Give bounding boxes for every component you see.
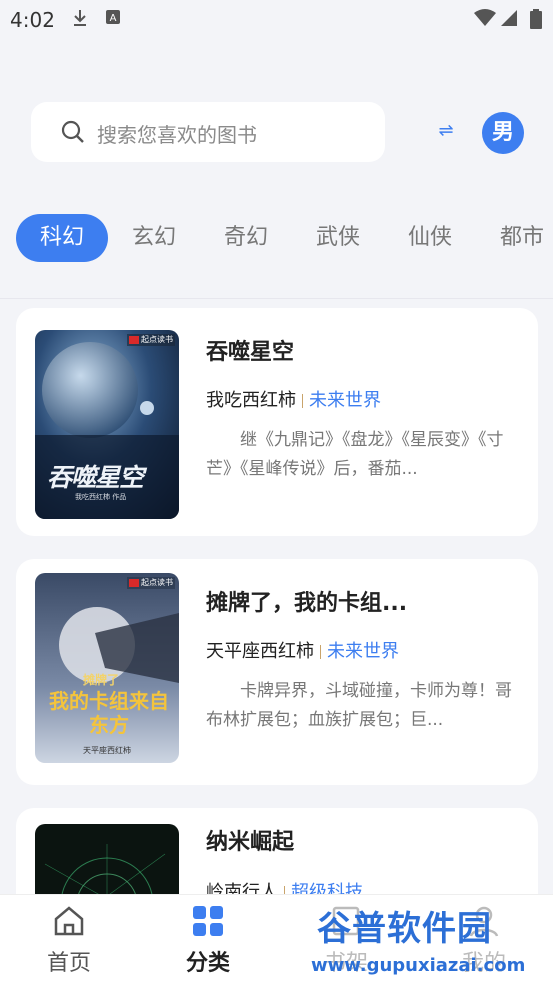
book-cover: 起点读书 摊牌了 我的卡组来自东方 天平座西红柿 (35, 573, 179, 763)
grid-icon (190, 903, 226, 939)
svg-text:A: A (110, 13, 117, 24)
download-icon (72, 9, 88, 31)
battery-icon (530, 9, 542, 33)
search-icon (61, 120, 84, 143)
cover-subtitle: 我吃西红柿 作品 (75, 493, 127, 501)
storage-icon: A (105, 9, 121, 29)
book-description: 继《九鼎记》《盘龙》《星辰变》《寸芒》《星峰传说》后，番茄... (206, 430, 504, 479)
book-meta: 我吃西红柿 未来世界 (206, 386, 381, 412)
signal-icon (500, 9, 518, 31)
nav-label: 分类 (185, 951, 230, 976)
cover-title: 吞噬星空 (47, 463, 144, 492)
book-genre: 未来世界 (309, 390, 381, 411)
nav-category[interactable]: 分类 (158, 903, 258, 977)
cover-title: 我的卡组来自东方 (49, 689, 169, 737)
tab-category[interactable]: 都市 (490, 214, 553, 262)
watermark-url: www.gupuxiazai.com (311, 955, 526, 976)
watermark-logo: 谷普软件园 www.gupuxiazai.com (305, 897, 553, 987)
divider (0, 298, 553, 299)
watermark-title: 谷普软件园 (317, 909, 492, 949)
nav-label: 首页 (46, 951, 91, 976)
search-box[interactable]: 搜索您喜欢的图书 (31, 102, 385, 162)
home-icon (51, 903, 87, 939)
tab-category[interactable]: 武侠 (306, 214, 370, 262)
tab-category[interactable]: 仙侠 (398, 214, 462, 262)
book-card[interactable]: 起点读书 摊牌了 我的卡组来自东方 天平座西红柿 摊牌了，我的卡组... 天平座… (16, 559, 538, 785)
tab-category[interactable]: 科幻 (16, 214, 108, 262)
book-card[interactable]: 起点读书 吞噬星空 我吃西红柿 作品 吞噬星空 我吃西红柿 未来世界 继《九鼎记》… (16, 308, 538, 536)
book-author: 天平座西红柿 (206, 641, 314, 662)
meta-separator (320, 645, 321, 659)
nav-home[interactable]: 首页 (19, 903, 119, 977)
book-title: 纳米崛起 (206, 830, 295, 855)
tab-category[interactable]: 玄幻 (122, 214, 186, 262)
book-description: 卡牌异界，斗域碰撞，卡师为尊！哥布林扩展包；血族扩展包；巨... (206, 681, 512, 730)
gender-toggle-button[interactable]: 男 (482, 112, 524, 154)
swap-icon[interactable]: ⇌ (435, 120, 457, 142)
search-placeholder: 搜索您喜欢的图书 (97, 123, 257, 147)
status-bar: 4:02 A (0, 0, 553, 42)
category-tabs: 科幻 玄幻 奇幻 武侠 仙侠 都市 (0, 214, 553, 262)
book-author: 我吃西红柿 (206, 390, 296, 411)
book-title: 吞噬星空 (206, 340, 295, 365)
book-cover: 起点读书 吞噬星空 我吃西红柿 作品 (35, 330, 179, 519)
status-time: 4:02 (10, 8, 55, 32)
meta-separator (302, 394, 303, 408)
book-genre: 未来世界 (327, 641, 399, 662)
book-meta: 天平座西红柿 未来世界 (206, 637, 399, 663)
cover-author: 天平座西红柿 (83, 746, 131, 755)
cover-brand: 起点读书 (141, 578, 173, 587)
cover-subtitle: 摊牌了 (83, 673, 120, 687)
cover-brand: 起点读书 (141, 335, 173, 344)
tab-category[interactable]: 奇幻 (214, 214, 278, 262)
book-title: 摊牌了，我的卡组... (206, 591, 408, 616)
wifi-icon (474, 9, 496, 31)
